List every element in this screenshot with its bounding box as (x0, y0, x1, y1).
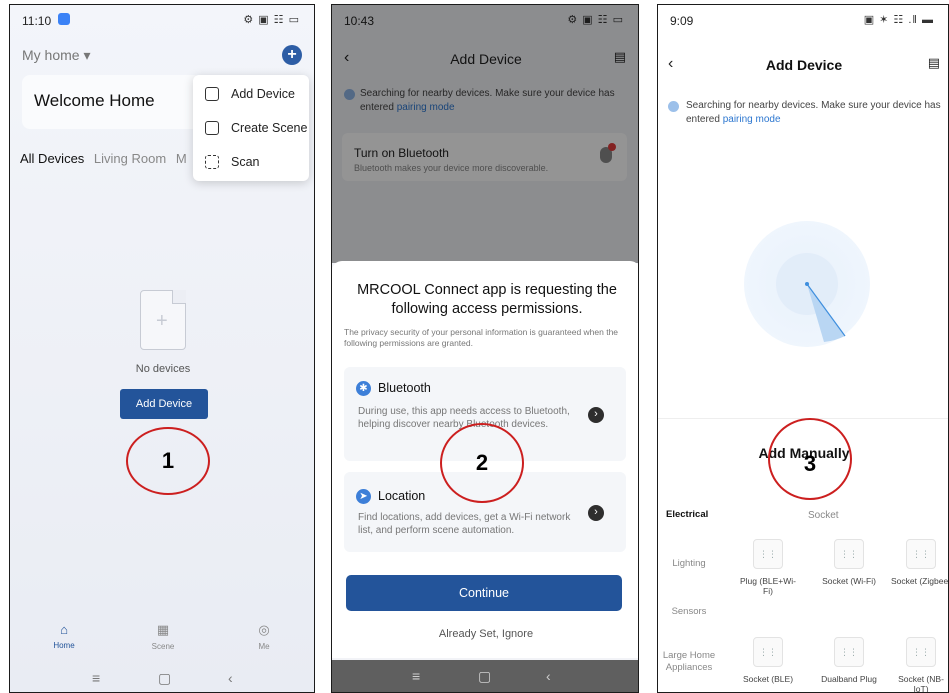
home-nav-icon[interactable]: ▢ (158, 670, 171, 687)
category-electrical[interactable]: Electrical (666, 509, 720, 521)
device-label: Socket (NB-IoT) (898, 674, 944, 693)
pairing-mode-link[interactable]: pairing mode (723, 114, 781, 125)
menu-nav-icon[interactable]: ≡ (92, 670, 100, 686)
permission-screen-panel: 10:43 ⚙ ▣ ☷ ▭ ‹ Add Device ▤ Searching f… (331, 4, 639, 693)
menu-scan[interactable]: Scan (193, 145, 309, 179)
location-permission-text: Find locations, add devices, get a Wi-Fi… (358, 512, 571, 536)
device-socket-wifi[interactable]: ⋮⋮ Socket (Wi-Fi) (819, 539, 879, 586)
scene-icon: ▦ (156, 622, 170, 637)
device-label: Socket (Zigbee) (891, 576, 949, 586)
search-message: Searching for nearby devices. Make sure … (686, 99, 948, 127)
tab-home-label: Home (53, 641, 75, 650)
socket-icon: ⋮⋮ (906, 539, 936, 569)
radar-sweep (805, 282, 846, 342)
tab-more[interactable]: M (176, 151, 187, 166)
step-3-number: 3 (803, 451, 817, 476)
room-tabs: All Devices Living Room M (20, 151, 193, 166)
device-socket-nb-iot[interactable]: ⋮⋮ Socket (NB-IoT) (891, 637, 948, 693)
status-time: 9:09 (670, 14, 694, 28)
home-selector[interactable]: My home ▾ (22, 47, 91, 64)
bluetooth-permission-title: Bluetooth (378, 381, 431, 395)
system-nav-bar: ≡ ▢ ‹ (332, 660, 638, 692)
socket-icon: ⋮⋮ (906, 637, 936, 667)
already-set-ignore-link[interactable]: Already Set, Ignore (332, 628, 638, 640)
location-icon: ➤ (356, 489, 371, 504)
socket-icon: ⋮⋮ (753, 637, 783, 667)
device-socket-ble[interactable]: ⋮⋮ Socket (BLE) (738, 637, 798, 684)
step-2-number: 2 (475, 450, 489, 475)
searching-icon (668, 101, 679, 112)
page-title: Add Device (765, 57, 843, 73)
tab-me-label: Me (258, 642, 270, 651)
chevron-right-icon[interactable]: › (588, 505, 604, 521)
menu-nav-icon[interactable]: ≡ (412, 668, 420, 684)
system-nav-bar: ≡ ▢ ‹ (10, 666, 314, 692)
status-bar: 9:09 ▣ ✶ ☷ .‖ ▬ (658, 5, 948, 35)
menu-add-device-label: Add Device (231, 87, 295, 101)
device-dualband-plug[interactable]: ⋮⋮ Dualband Plug (819, 637, 879, 684)
scan-icon[interactable]: ▤ (928, 55, 940, 71)
home-icon: ⌂ (60, 622, 68, 637)
menu-scan-label: Scan (231, 155, 260, 169)
status-bar: 11:10 ⚙ ▣ ☷ ▭ (10, 5, 314, 35)
status-time: 11:10 (22, 14, 52, 28)
device-label: Socket (BLE) (742, 674, 794, 684)
continue-button[interactable]: Continue (346, 575, 622, 611)
menu-create-scene-label: Create Scene (231, 121, 308, 135)
scan-icon (205, 155, 219, 169)
tab-scene[interactable]: ▦ Scene (123, 622, 203, 651)
add-dropdown-menu: Add Device Create Scene Scan (193, 75, 309, 181)
device-plug-ble-wifi[interactable]: ⋮⋮ Plug (BLE+Wi-Fi) (738, 539, 798, 596)
add-device-icon (205, 87, 219, 101)
menu-create-scene[interactable]: Create Scene (193, 111, 309, 145)
socket-icon: ⋮⋮ (834, 539, 864, 569)
socket-icon: ⋮⋮ (834, 637, 864, 667)
menu-add-device[interactable]: Add Device (193, 77, 309, 111)
create-scene-icon (205, 121, 219, 135)
status-icons: ⚙ ▣ ☷ ▭ (243, 14, 300, 26)
add-device-button[interactable]: Add Device (120, 389, 208, 419)
socket-section-header: Socket (808, 510, 839, 521)
step-1-number: 1 (161, 448, 175, 473)
chevron-right-icon[interactable]: › (588, 407, 604, 423)
tab-all-devices[interactable]: All Devices (20, 151, 84, 166)
tab-home[interactable]: ⌂ Home (24, 622, 104, 650)
modal-overlay (332, 5, 638, 263)
welcome-title: Welcome Home (34, 91, 155, 110)
device-label: Plug (BLE+Wi-Fi) (740, 576, 796, 596)
bluetooth-icon: ✱ (356, 381, 371, 396)
empty-document-icon: + (140, 290, 186, 350)
add-menu-button[interactable]: + (282, 45, 302, 65)
bottom-tab-bar: ⌂ Home ▦ Scene ◎ Me (10, 622, 314, 662)
status-icons: ▣ ✶ ☷ .‖ ▬ (863, 14, 934, 26)
back-nav-icon[interactable]: ‹ (546, 668, 551, 684)
tab-living-room[interactable]: Living Room (94, 151, 166, 166)
tab-scene-label: Scene (151, 642, 175, 651)
socket-icon: ⋮⋮ (753, 539, 783, 569)
profile-icon: ◎ (258, 622, 270, 637)
device-socket-zigbee[interactable]: ⋮⋮ Socket (Zigbee) (891, 539, 949, 586)
category-sensors[interactable]: Sensors (662, 606, 716, 618)
location-permission-title: Location (378, 489, 426, 503)
no-devices-text: No devices (135, 363, 191, 375)
device-label: Socket (Wi-Fi) (822, 576, 876, 586)
category-lighting[interactable]: Lighting (662, 558, 716, 570)
permission-title: MRCOOL Connect app is requesting the fol… (357, 282, 617, 317)
tab-me[interactable]: ◎ Me (224, 622, 304, 651)
home-nav-icon[interactable]: ▢ (478, 668, 491, 685)
device-label: Dualband Plug (821, 674, 877, 684)
notification-icon (58, 13, 70, 25)
back-nav-icon[interactable]: ‹ (228, 670, 233, 686)
home-screen-panel: 11:10 ⚙ ▣ ☷ ▭ My home ▾ + Welcome Home A… (9, 4, 315, 693)
add-device-screen-panel: 9:09 ▣ ✶ ☷ .‖ ▬ ‹ Add Device ▤ Searching… (657, 4, 949, 693)
permission-description: The privacy security of your personal in… (344, 327, 619, 348)
category-large-home-appliances[interactable]: Large Home Appliances (662, 650, 716, 674)
